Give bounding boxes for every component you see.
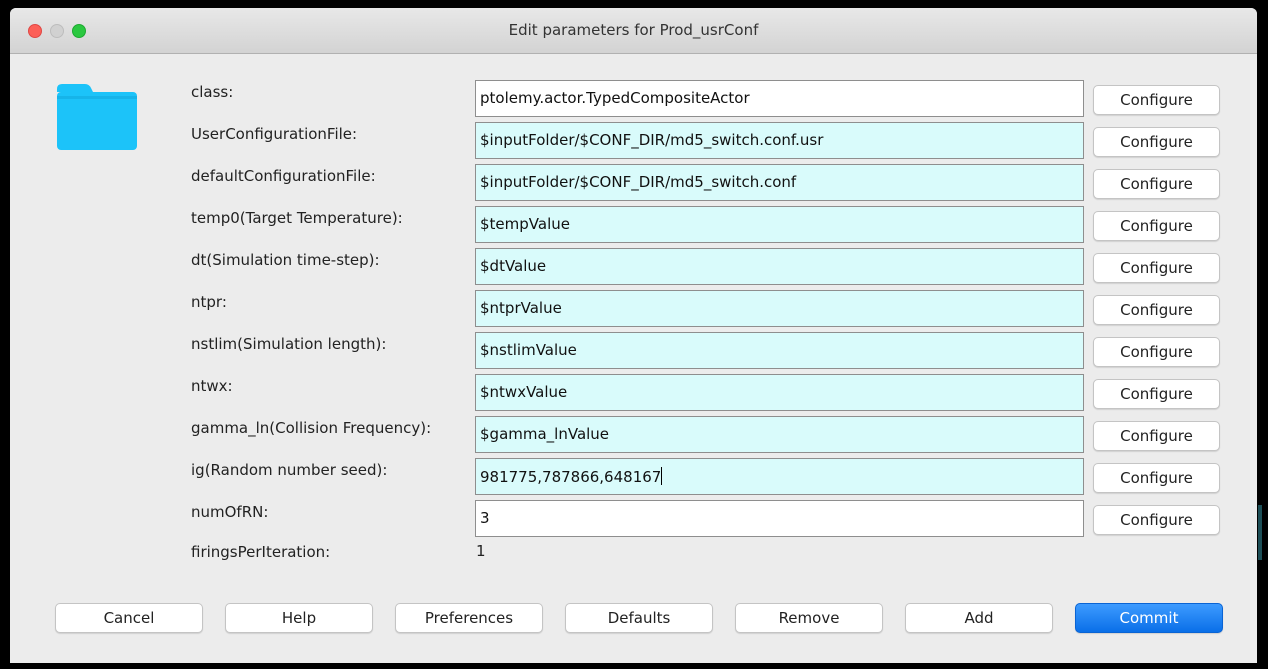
param-field-ntpr[interactable]: $ntprValue — [475, 290, 1084, 327]
help-button[interactable]: Help — [225, 603, 373, 633]
commit-button[interactable]: Commit — [1075, 603, 1223, 633]
configure-button-num-of-rn[interactable]: Configure — [1093, 505, 1220, 535]
param-value-firings-per-iteration: 1 — [476, 542, 486, 560]
param-field-ntwx[interactable]: $ntwxValue — [475, 374, 1084, 411]
param-field-num-of-rn[interactable]: 3 — [475, 500, 1084, 537]
title-bar: Edit parameters for Prod_usrConf — [10, 8, 1257, 54]
configure-button-nstlim[interactable]: Configure — [1093, 337, 1220, 367]
param-label-user-config-file: UserConfigurationFile: — [191, 125, 358, 143]
param-label-gamma-ln: gamma_ln(Collision Frequency): — [191, 419, 432, 437]
defaults-button[interactable]: Defaults — [565, 603, 713, 633]
remove-button[interactable]: Remove — [735, 603, 883, 633]
param-field-dt[interactable]: $dtValue — [475, 248, 1084, 285]
param-field-user-config-file[interactable]: $inputFolder/$CONF_DIR/md5_switch.conf.u… — [475, 122, 1084, 159]
configure-button-user-config-file[interactable]: Configure — [1093, 127, 1220, 157]
preferences-button[interactable]: Preferences — [395, 603, 543, 633]
configure-button-gamma-ln[interactable]: Configure — [1093, 421, 1220, 451]
add-button[interactable]: Add — [905, 603, 1053, 633]
configure-button-ig[interactable]: Configure — [1093, 463, 1220, 493]
configure-button-default-config-file[interactable]: Configure — [1093, 169, 1220, 199]
param-label-ntpr: ntpr: — [191, 293, 227, 311]
param-field-temp0[interactable]: $tempValue — [475, 206, 1084, 243]
text-cursor — [661, 467, 663, 485]
background-window-edge — [1258, 505, 1262, 560]
param-field-ig[interactable]: 981775,787866,648167 — [475, 458, 1084, 495]
param-field-default-config-file[interactable]: $inputFolder/$CONF_DIR/md5_switch.conf — [475, 164, 1084, 201]
window-title: Edit parameters for Prod_usrConf — [508, 21, 759, 39]
configure-button-ntwx[interactable]: Configure — [1093, 379, 1220, 409]
edit-parameters-dialog: Edit parameters for Prod_usrConf class: … — [10, 8, 1257, 663]
param-field-ig-text: 981775,787866,648167 — [480, 468, 662, 486]
param-label-nstlim: nstlim(Simulation length): — [191, 335, 387, 353]
param-label-default-config-file: defaultConfigurationFile: — [191, 167, 376, 185]
configure-button-dt[interactable]: Configure — [1093, 253, 1220, 283]
configure-button-temp0[interactable]: Configure — [1093, 211, 1220, 241]
param-label-ig: ig(Random number seed): — [191, 461, 388, 479]
param-label-ntwx: ntwx: — [191, 377, 233, 395]
configure-button-class[interactable]: Configure — [1093, 85, 1220, 115]
configure-button-ntpr[interactable]: Configure — [1093, 295, 1220, 325]
param-field-nstlim[interactable]: $nstlimValue — [475, 332, 1084, 369]
param-label-firings-per-iteration: firingsPerIteration: — [191, 543, 331, 561]
param-field-gamma-ln[interactable]: $gamma_lnValue — [475, 416, 1084, 453]
cancel-button[interactable]: Cancel — [55, 603, 203, 633]
param-label-dt: dt(Simulation time-step): — [191, 251, 380, 269]
param-label-temp0: temp0(Target Temperature): — [191, 209, 403, 227]
param-label-num-of-rn: numOfRN: — [191, 503, 269, 521]
folder-icon — [57, 84, 137, 150]
param-label-class: class: — [191, 83, 234, 101]
param-field-class[interactable]: ptolemy.actor.TypedCompositeActor — [475, 80, 1084, 117]
